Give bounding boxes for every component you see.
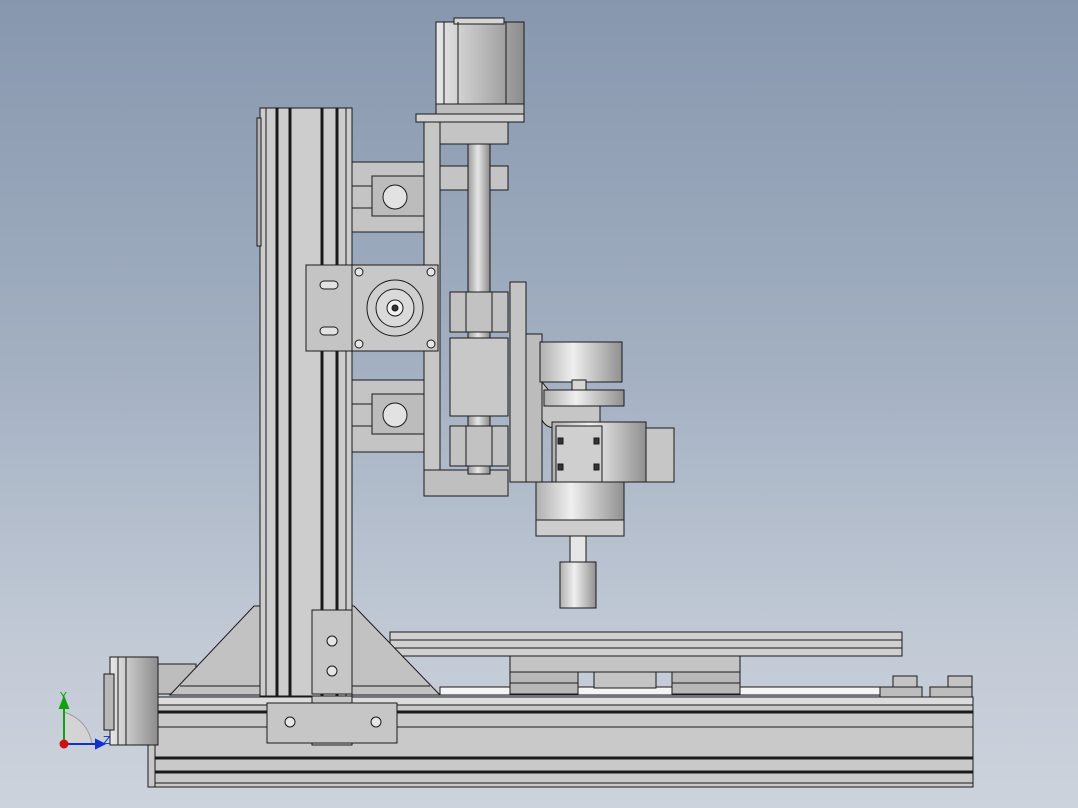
triad-x-origin	[59, 739, 69, 749]
spindle	[535, 341, 675, 609]
cnc-machine-model[interactable]: Y Z	[0, 0, 1078, 808]
base-linear-guide	[439, 686, 896, 696]
z-bearing-block-lower	[351, 379, 425, 453]
rod-bearings	[449, 291, 509, 467]
z-bearing-block-upper	[351, 161, 425, 233]
cad-viewport[interactable]: Y Z	[0, 0, 1078, 808]
coordinate-triad[interactable]	[58, 695, 107, 750]
y-axis-rail	[389, 631, 903, 657]
vertical-column	[256, 107, 353, 697]
y-axis-motor	[305, 264, 439, 352]
triad-z-label: Z	[103, 734, 111, 747]
triad-y-label: Y	[59, 690, 67, 703]
z-axis-motor	[435, 17, 525, 115]
